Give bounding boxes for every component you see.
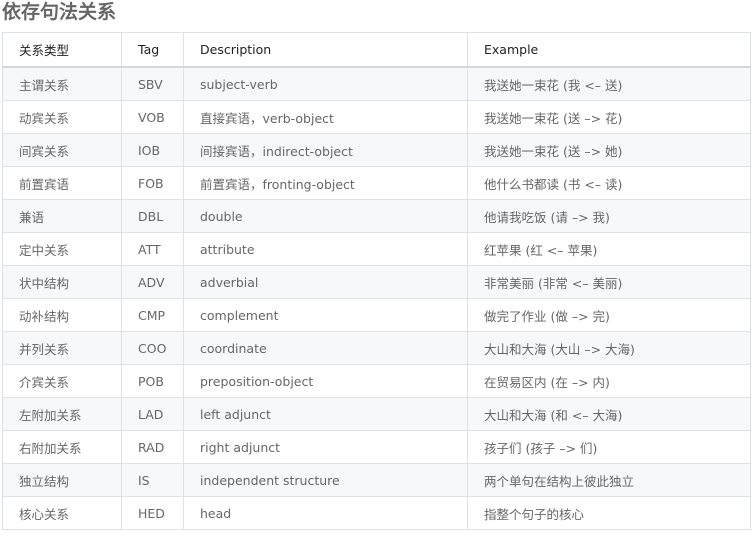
- cell-description: coordinate: [183, 331, 468, 365]
- table-row: 动补结构 CMP complement 做完了作业 (做 –> 完): [2, 298, 751, 332]
- cell-description: preposition-object: [183, 364, 468, 398]
- cell-description: complement: [183, 298, 468, 332]
- cell-tag: HED: [121, 496, 184, 530]
- cell-example: 我送她一束花 (我 <– 送): [467, 66, 751, 101]
- cell-example: 做完了作业 (做 –> 完): [467, 298, 751, 332]
- header-relation-type: 关系类型: [2, 32, 122, 68]
- dependency-relations-table: 关系类型 Tag Description Example 主谓关系 SBV su…: [2, 32, 751, 530]
- table-row: 主谓关系 SBV subject-verb 我送她一束花 (我 <– 送): [2, 66, 751, 101]
- cell-description: adverbial: [183, 265, 468, 299]
- cell-tag: FOB: [121, 166, 184, 200]
- cell-relation-type: 核心关系: [2, 496, 122, 530]
- table-row: 间宾关系 IOB 间接宾语，indirect-object 我送她一束花 (送 …: [2, 133, 751, 167]
- page: 依存句法关系 关系类型 Tag Description Example 主谓关系…: [0, 0, 755, 547]
- cell-example: 红苹果 (红 <– 苹果): [467, 232, 751, 266]
- table-row: 并列关系 COO coordinate 大山和大海 (大山 –> 大海): [2, 331, 751, 365]
- cell-tag: DBL: [121, 199, 184, 233]
- cell-example: 非常美丽 (非常 <– 美丽): [467, 265, 751, 299]
- cell-description: 间接宾语，indirect-object: [183, 133, 468, 167]
- cell-example: 我送她一束花 (送 –> 花): [467, 100, 751, 134]
- cell-example: 他请我吃饭 (请 –> 我): [467, 199, 751, 233]
- table-row: 动宾关系 VOB 直接宾语，verb-object 我送她一束花 (送 –> 花…: [2, 100, 751, 134]
- cell-tag: IS: [121, 463, 184, 497]
- cell-description: double: [183, 199, 468, 233]
- cell-relation-type: 左附加关系: [2, 397, 122, 431]
- cell-example: 两个单句在结构上彼此独立: [467, 463, 751, 497]
- cell-description: 直接宾语，verb-object: [183, 100, 468, 134]
- cell-description: head: [183, 496, 468, 530]
- table-row: 右附加关系 RAD right adjunct 孩子们 (孩子 –> 们): [2, 430, 751, 464]
- cell-relation-type: 并列关系: [2, 331, 122, 365]
- cell-description: subject-verb: [183, 66, 468, 101]
- cell-tag: LAD: [121, 397, 184, 431]
- cell-tag: POB: [121, 364, 184, 398]
- cell-relation-type: 定中关系: [2, 232, 122, 266]
- table-row: 定中关系 ATT attribute 红苹果 (红 <– 苹果): [2, 232, 751, 266]
- table-row: 左附加关系 LAD left adjunct 大山和大海 (和 <– 大海): [2, 397, 751, 431]
- cell-description: independent structure: [183, 463, 468, 497]
- cell-example: 他什么书都读 (书 <– 读): [467, 166, 751, 200]
- table-row: 兼语 DBL double 他请我吃饭 (请 –> 我): [2, 199, 751, 233]
- cell-tag: COO: [121, 331, 184, 365]
- cell-relation-type: 状中结构: [2, 265, 122, 299]
- table-row: 前置宾语 FOB 前置宾语，fronting-object 他什么书都读 (书 …: [2, 166, 751, 200]
- cell-example: 大山和大海 (大山 –> 大海): [467, 331, 751, 365]
- cell-description: right adjunct: [183, 430, 468, 464]
- cell-tag: SBV: [121, 66, 184, 101]
- table-row: 独立结构 IS independent structure 两个单句在结构上彼此…: [2, 463, 751, 497]
- cell-relation-type: 前置宾语: [2, 166, 122, 200]
- page-title: 依存句法关系: [2, 1, 117, 23]
- cell-example: 在贸易区内 (在 –> 内): [467, 364, 751, 398]
- cell-relation-type: 间宾关系: [2, 133, 122, 167]
- cell-relation-type: 动补结构: [2, 298, 122, 332]
- cell-description: 前置宾语，fronting-object: [183, 166, 468, 200]
- cell-tag: IOB: [121, 133, 184, 167]
- cell-example: 指整个句子的核心: [467, 496, 751, 530]
- table-row: 状中结构 ADV adverbial 非常美丽 (非常 <– 美丽): [2, 265, 751, 299]
- cell-relation-type: 右附加关系: [2, 430, 122, 464]
- cell-example: 我送她一束花 (送 –> 她): [467, 133, 751, 167]
- cell-relation-type: 动宾关系: [2, 100, 122, 134]
- cell-relation-type: 介宾关系: [2, 364, 122, 398]
- cell-description: left adjunct: [183, 397, 468, 431]
- cell-description: attribute: [183, 232, 468, 266]
- cell-relation-type: 独立结构: [2, 463, 122, 497]
- header-example: Example: [467, 32, 751, 68]
- cell-tag: RAD: [121, 430, 184, 464]
- cell-tag: ADV: [121, 265, 184, 299]
- cell-tag: CMP: [121, 298, 184, 332]
- table-row: 介宾关系 POB preposition-object 在贸易区内 (在 –> …: [2, 364, 751, 398]
- header-tag: Tag: [121, 32, 184, 68]
- cell-tag: VOB: [121, 100, 184, 134]
- table-row: 核心关系 HED head 指整个句子的核心: [2, 496, 751, 530]
- header-description: Description: [183, 32, 468, 68]
- cell-relation-type: 主谓关系: [2, 66, 122, 101]
- cell-example: 大山和大海 (和 <– 大海): [467, 397, 751, 431]
- cell-tag: ATT: [121, 232, 184, 266]
- cell-relation-type: 兼语: [2, 199, 122, 233]
- cell-example: 孩子们 (孩子 –> 们): [467, 430, 751, 464]
- table-header-row: 关系类型 Tag Description Example: [2, 32, 751, 68]
